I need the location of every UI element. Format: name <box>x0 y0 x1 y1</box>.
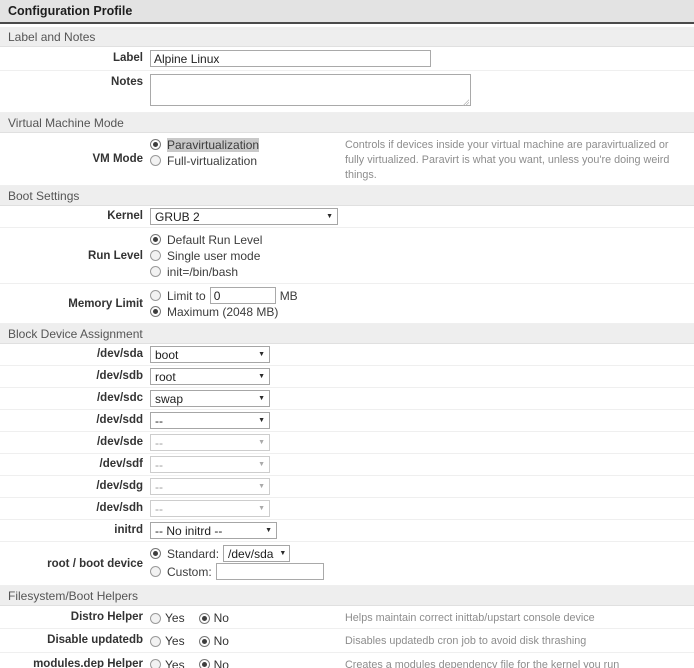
vm-mode-option-full-virtualization[interactable]: Full-virtualization <box>150 153 345 168</box>
run-level-option-single-user[interactable]: Single user mode <box>150 248 694 263</box>
chevron-down-icon: ▼ <box>265 527 272 534</box>
memory-limit-option-limit-to[interactable]: Limit to MB <box>150 288 694 303</box>
section-header-label-and-notes: Label and Notes <box>0 27 694 47</box>
root-boot-option-standard[interactable]: Standard: /dev/sda ▼ <box>150 546 694 561</box>
sda-select[interactable]: boot ▼ <box>150 346 270 363</box>
radio-icon <box>150 234 161 245</box>
sde-select: -- ▼ <box>150 434 270 451</box>
kernel-select[interactable]: GRUB 2 ▼ <box>150 208 338 225</box>
memory-limit-input[interactable] <box>210 287 276 304</box>
helper-row-updatedb: Disable updatedb Yes No Disables updated… <box>0 629 694 652</box>
root-boot-option-custom[interactable]: Custom: <box>150 562 694 581</box>
notes-textarea[interactable] <box>150 74 471 106</box>
helper-row-distro: Distro Helper Yes No Helps maintain corr… <box>0 606 694 629</box>
device-row-sda: /dev/sda boot ▼ <box>0 344 694 366</box>
radio-icon <box>150 290 161 301</box>
chevron-down-icon: ▼ <box>258 351 265 358</box>
kernel-label: Kernel <box>0 207 150 222</box>
radio-icon <box>150 636 161 647</box>
helper-help-text: Creates a modules dependency file for th… <box>345 655 694 668</box>
memory-limit-option-maximum[interactable]: Maximum (2048 MB) <box>150 304 694 319</box>
device-row-sdd: /dev/sdd -- ▼ <box>0 410 694 432</box>
section-header-block-devices: Block Device Assignment <box>0 324 694 344</box>
helper-help-text: Helps maintain correct inittab/upstart c… <box>345 608 694 626</box>
radio-icon <box>150 613 161 624</box>
radio-icon <box>199 659 210 668</box>
helper-help-text: Disables updatedb cron job to avoid disk… <box>345 631 694 649</box>
standard-device-select[interactable]: /dev/sda ▼ <box>223 545 290 562</box>
chevron-down-icon: ▼ <box>326 213 333 220</box>
radio-icon <box>150 250 161 261</box>
run-level-label: Run Level <box>0 250 150 262</box>
chevron-down-icon: ▼ <box>258 483 265 490</box>
label-input[interactable] <box>150 50 431 67</box>
section-header-boot-settings: Boot Settings <box>0 186 694 206</box>
radio-icon <box>199 636 210 647</box>
device-row-sdf: /dev/sdf -- ▼ <box>0 454 694 476</box>
chevron-down-icon: ▼ <box>258 417 265 424</box>
chevron-down-icon: ▼ <box>258 439 265 446</box>
helper-row-modules-dep: modules.dep Helper Yes No Creates a modu… <box>0 653 694 668</box>
radio-icon <box>150 266 161 277</box>
run-level-row: Run Level Default Run Level Single user … <box>0 228 694 284</box>
sdf-select: -- ▼ <box>150 456 270 473</box>
vm-mode-label: VM Mode <box>0 153 150 165</box>
distro-helper-yes-radio[interactable]: Yes <box>150 611 185 625</box>
radio-icon <box>150 659 161 668</box>
label-field-label: Label <box>0 49 150 64</box>
root-boot-device-row: root / boot device Standard: /dev/sda ▼ … <box>0 542 694 586</box>
modules-dep-yes-radio[interactable]: Yes <box>150 658 185 668</box>
radio-icon <box>150 155 161 166</box>
notes-row: Notes <box>0 71 694 113</box>
memory-limit-label: Memory Limit <box>0 298 150 310</box>
section-header-helpers: Filesystem/Boot Helpers <box>0 586 694 606</box>
sdh-select: -- ▼ <box>150 500 270 517</box>
radio-icon <box>199 613 210 624</box>
chevron-down-icon: ▼ <box>258 461 265 468</box>
radio-icon <box>150 306 161 317</box>
disable-updatedb-no-radio[interactable]: No <box>199 634 229 648</box>
disable-updatedb-yes-radio[interactable]: Yes <box>150 634 185 648</box>
device-row-sde: /dev/sde -- ▼ <box>0 432 694 454</box>
device-row-sdg: /dev/sdg -- ▼ <box>0 476 694 498</box>
vm-mode-help-text: Controls if devices inside your virtual … <box>345 135 694 183</box>
sdd-select[interactable]: -- ▼ <box>150 412 270 429</box>
sdg-select: -- ▼ <box>150 478 270 495</box>
radio-icon <box>150 566 161 577</box>
memory-limit-row: Memory Limit Limit to MB Maximum (2048 M… <box>0 284 694 324</box>
radio-icon <box>150 548 161 559</box>
label-row: Label <box>0 47 694 71</box>
modules-dep-no-radio[interactable]: No <box>199 658 229 668</box>
resize-handle-icon[interactable] <box>462 99 469 106</box>
chevron-down-icon: ▼ <box>279 550 286 557</box>
run-level-option-init-bash[interactable]: init=/bin/bash <box>150 264 694 279</box>
sdc-select[interactable]: swap ▼ <box>150 390 270 407</box>
root-boot-device-label: root / boot device <box>0 558 150 570</box>
device-row-sdh: /dev/sdh -- ▼ <box>0 498 694 520</box>
radio-icon <box>150 139 161 150</box>
initrd-row: initrd -- No initrd -- ▼ <box>0 520 694 542</box>
vm-mode-option-paravirtualization[interactable]: Paravirtualization <box>150 137 345 152</box>
device-row-sdb: /dev/sdb root ▼ <box>0 366 694 388</box>
kernel-row: Kernel GRUB 2 ▼ <box>0 206 694 228</box>
notes-field-label: Notes <box>0 73 150 88</box>
section-header-vm-mode: Virtual Machine Mode <box>0 113 694 133</box>
chevron-down-icon: ▼ <box>258 505 265 512</box>
page-title: Configuration Profile <box>0 0 694 24</box>
distro-helper-no-radio[interactable]: No <box>199 611 229 625</box>
chevron-down-icon: ▼ <box>258 395 265 402</box>
chevron-down-icon: ▼ <box>258 373 265 380</box>
run-level-option-default[interactable]: Default Run Level <box>150 232 694 247</box>
custom-device-input[interactable] <box>216 563 324 580</box>
sdb-select[interactable]: root ▼ <box>150 368 270 385</box>
memory-unit-label: MB <box>280 289 298 303</box>
device-row-sdc: /dev/sdc swap ▼ <box>0 388 694 410</box>
vm-mode-row: VM Mode Paravirtualization Full-virtuali… <box>0 133 694 186</box>
initrd-select[interactable]: -- No initrd -- ▼ <box>150 522 277 539</box>
